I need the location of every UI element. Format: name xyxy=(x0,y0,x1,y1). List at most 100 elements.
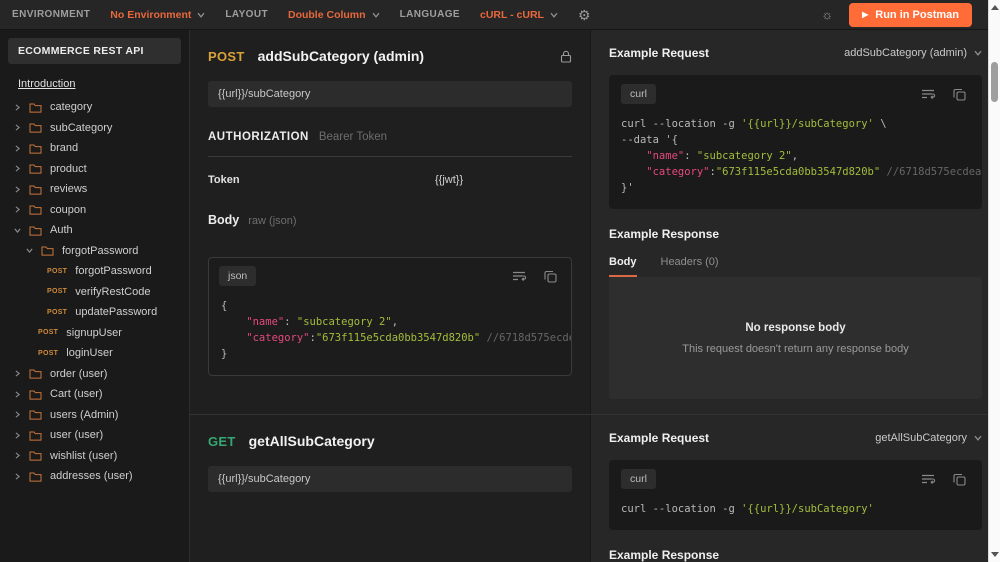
sidebar-item-label: signupUser xyxy=(66,327,122,339)
sidebar-item-label: Auth xyxy=(50,224,73,236)
sidebar-item-verifyrestcode[interactable]: POST verifyRestCode xyxy=(0,282,189,303)
sidebar-item-users-admin[interactable]: users (Admin) xyxy=(0,405,189,426)
code-token-string: '{{url}}/subCategory' xyxy=(741,503,874,515)
layout-dropdown[interactable]: Double Column xyxy=(288,9,380,21)
example-request-selector[interactable]: addSubCategory (admin) xyxy=(844,47,982,59)
code-token: curl --location -g xyxy=(621,503,741,515)
layout-label: LAYOUT xyxy=(225,9,268,20)
sidebar-item-cart[interactable]: Cart (user) xyxy=(0,384,189,405)
sidebar-item-signupuser[interactable]: POST signupUser xyxy=(0,323,189,344)
collection-sidebar: ECOMMERCE REST API Introduction category… xyxy=(0,30,190,562)
example-request-heading: Example Request xyxy=(609,431,709,445)
sidebar-item-category[interactable]: category xyxy=(0,97,189,118)
code-token-key: "category" xyxy=(621,166,710,178)
sidebar-item-coupon[interactable]: coupon xyxy=(0,200,189,221)
sidebar-item-label: addresses (user) xyxy=(50,470,133,482)
language-chip: json xyxy=(219,266,256,286)
top-settings-bar: ENVIRONMENT No Environment LAYOUT Double… xyxy=(0,0,1000,30)
sidebar-item-addresses[interactable]: addresses (user) xyxy=(0,466,189,487)
settings-gear-icon[interactable]: ⚙ xyxy=(578,8,591,22)
sidebar-item-forgotpassword-request[interactable]: POST forgotPassword xyxy=(0,261,189,282)
chevron-down-icon xyxy=(197,11,205,19)
chevron-right-icon xyxy=(14,370,21,377)
scroll-up-arrow-icon[interactable] xyxy=(991,5,999,10)
method-badge: POST xyxy=(38,329,58,336)
example-request-selector[interactable]: getAllSubCategory xyxy=(875,432,982,444)
code-block-header: curl xyxy=(609,75,982,108)
body-mode: raw (json) xyxy=(248,215,296,227)
example-request-heading: Example Request xyxy=(609,46,709,60)
example-selector-value: addSubCategory (admin) xyxy=(844,47,967,59)
page-scrollbar[interactable] xyxy=(988,0,1000,562)
environment-dropdown[interactable]: No Environment xyxy=(110,9,205,21)
run-in-postman-button[interactable]: ▶ Run in Postman xyxy=(849,3,972,27)
folder-open-icon xyxy=(29,225,42,236)
get-getallsubcategory-section: GET getAllSubCategory {{url}}/subCategor… xyxy=(190,414,1000,562)
code-token: , xyxy=(392,316,398,328)
scroll-down-arrow-icon[interactable] xyxy=(991,552,999,557)
request-url[interactable]: {{url}}/subCategory xyxy=(208,466,572,492)
copy-icon[interactable] xyxy=(544,270,557,283)
authorization-type: Bearer Token xyxy=(319,131,387,143)
method-badge: POST xyxy=(47,288,67,295)
language-dropdown[interactable]: cURL - cURL xyxy=(480,9,558,21)
sidebar-item-user[interactable]: user (user) xyxy=(0,425,189,446)
scrollbar-thumb[interactable] xyxy=(991,62,998,102)
chevron-right-icon xyxy=(14,186,21,193)
request-doc-column: POST addSubCategory (admin) {{url}}/subC… xyxy=(190,30,590,414)
collection-tree: category subCategory brand product revie xyxy=(0,97,189,487)
collection-title[interactable]: ECOMMERCE REST API xyxy=(8,38,181,64)
code-token: , xyxy=(792,150,798,162)
example-response-header: Example Response xyxy=(609,548,982,562)
curl-example-code-block: curl curl --location -g '{{url}}/subCate… xyxy=(609,460,982,530)
sidebar-item-loginuser[interactable]: POST loginUser xyxy=(0,343,189,364)
wrap-text-icon[interactable] xyxy=(512,270,527,282)
chevron-down-icon xyxy=(550,11,558,19)
folder-icon xyxy=(29,368,42,379)
example-response-header: Example Response xyxy=(609,227,982,241)
sidebar-item-label: brand xyxy=(50,142,78,154)
language-label: LANGUAGE xyxy=(400,9,460,20)
copy-icon[interactable] xyxy=(953,473,966,486)
sidebar-item-introduction[interactable]: Introduction xyxy=(18,78,75,90)
wrap-text-icon[interactable] xyxy=(921,88,936,100)
layout-value: Double Column xyxy=(288,9,366,21)
wrap-text-icon[interactable] xyxy=(921,473,936,485)
request-url[interactable]: {{url}}/subCategory xyxy=(208,81,572,107)
sidebar-item-label: forgotPassword xyxy=(75,265,151,277)
chevron-right-icon xyxy=(14,145,21,152)
sidebar-item-auth[interactable]: Auth xyxy=(0,220,189,241)
chevron-down-icon xyxy=(372,11,380,19)
play-icon: ▶ xyxy=(862,10,868,19)
chevron-right-icon xyxy=(14,411,21,418)
tab-headers[interactable]: Headers (0) xyxy=(661,256,719,277)
chevron-down-icon xyxy=(974,49,982,57)
sidebar-item-forgotpassword-folder[interactable]: forgotPassword xyxy=(0,241,189,262)
chevron-right-icon xyxy=(14,473,21,480)
response-tabs: Body Headers (0) xyxy=(609,256,982,277)
sidebar-item-wishlist[interactable]: wishlist (user) xyxy=(0,446,189,467)
code-line: { "name": "subcategory 2", "category":"6… xyxy=(221,300,571,360)
request-doc-column: GET getAllSubCategory {{url}}/subCategor… xyxy=(190,415,590,562)
example-column: Example Request getAllSubCategory curl xyxy=(590,415,1000,562)
sidebar-item-subcategory[interactable]: subCategory xyxy=(0,118,189,139)
environment-label: ENVIRONMENT xyxy=(12,9,90,20)
chevron-right-icon xyxy=(14,104,21,111)
sidebar-item-brand[interactable]: brand xyxy=(0,138,189,159)
copy-icon[interactable] xyxy=(953,88,966,101)
chevron-right-icon xyxy=(14,391,21,398)
json-code: { "name": "subcategory 2", "category":"6… xyxy=(209,290,571,375)
sidebar-item-product[interactable]: product xyxy=(0,159,189,180)
sidebar-item-updatepassword[interactable]: POST updatePassword xyxy=(0,302,189,323)
sidebar-item-label: order (user) xyxy=(50,368,107,380)
code-token-key: "name" xyxy=(621,150,684,162)
code-token: } xyxy=(221,348,227,360)
sidebar-item-order[interactable]: order (user) xyxy=(0,364,189,385)
theme-toggle-sun-icon[interactable]: ☼ xyxy=(821,7,833,22)
sidebar-item-label: user (user) xyxy=(50,429,103,441)
body-row: Body raw (json) xyxy=(208,213,572,227)
sidebar-item-reviews[interactable]: reviews xyxy=(0,179,189,200)
code-token-string: "subcategory 2" xyxy=(697,150,792,162)
method-badge: POST xyxy=(47,309,67,316)
tab-body[interactable]: Body xyxy=(609,256,637,277)
